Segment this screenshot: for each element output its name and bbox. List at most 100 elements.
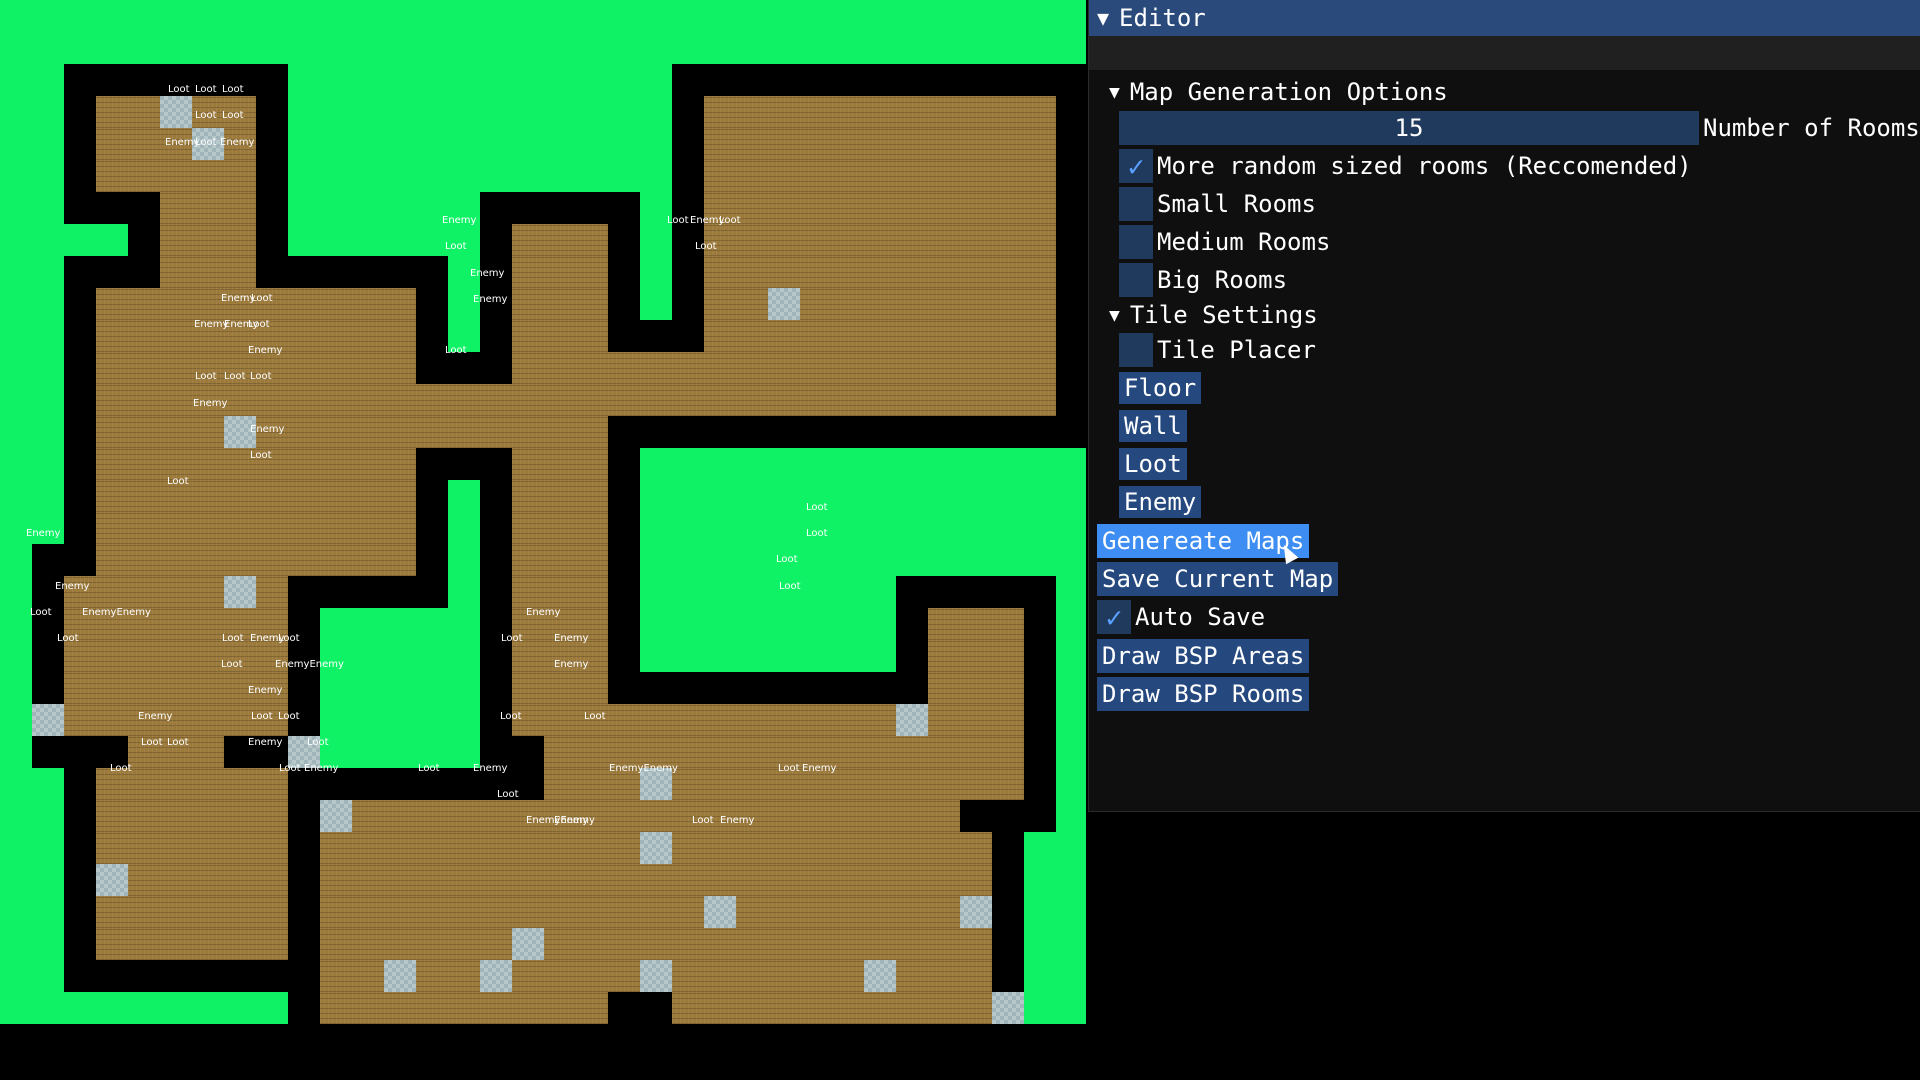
floor-tile[interactable] <box>512 288 544 320</box>
floor-tile[interactable] <box>96 384 128 416</box>
floor-tile[interactable] <box>704 128 736 160</box>
floor-tile[interactable] <box>576 768 608 800</box>
floor-tile[interactable] <box>832 224 864 256</box>
floor-tile[interactable] <box>736 320 768 352</box>
floor-tile[interactable] <box>256 544 288 576</box>
floor-tile[interactable] <box>864 352 896 384</box>
floor-tile[interactable] <box>448 800 480 832</box>
floor-tile[interactable] <box>288 448 320 480</box>
floor-tile[interactable] <box>672 832 704 864</box>
floor-tile[interactable] <box>128 512 160 544</box>
wall-tile[interactable] <box>480 352 512 384</box>
wall-tile[interactable] <box>288 800 320 832</box>
wall-tile[interactable] <box>608 192 640 224</box>
editor-title-bar[interactable]: ▼ Editor <box>1089 0 1920 36</box>
enemy-tile-button[interactable]: Enemy <box>1119 486 1202 518</box>
floor-tile[interactable] <box>864 864 896 896</box>
floor-tile[interactable] <box>512 480 544 512</box>
big-rooms-option[interactable]: Big Rooms <box>1119 263 1287 297</box>
wall-tile[interactable] <box>416 320 448 352</box>
floor-tile[interactable] <box>192 672 224 704</box>
floor-tile[interactable] <box>992 640 1024 672</box>
floor-tile[interactable] <box>576 544 608 576</box>
wall-tile[interactable] <box>480 480 512 512</box>
floor-tile[interactable] <box>544 448 576 480</box>
wall-tile[interactable] <box>672 416 704 448</box>
floor-tile[interactable] <box>192 864 224 896</box>
floor-tile[interactable] <box>736 288 768 320</box>
small-rooms-checkbox[interactable] <box>1119 187 1153 221</box>
floor-tile[interactable] <box>768 832 800 864</box>
wall-tile[interactable] <box>672 160 704 192</box>
wall-tile[interactable] <box>992 576 1024 608</box>
wall-tile[interactable] <box>288 256 320 288</box>
floor-tile[interactable] <box>576 672 608 704</box>
floor-tile[interactable] <box>608 352 640 384</box>
floor-tile[interactable] <box>960 832 992 864</box>
floor-tile[interactable] <box>864 192 896 224</box>
collapse-arrow-icon[interactable]: ▼ <box>1097 6 1109 30</box>
floor-tile[interactable] <box>736 736 768 768</box>
floor-tile[interactable] <box>928 672 960 704</box>
floor-tile[interactable] <box>320 864 352 896</box>
floor-tile[interactable] <box>576 448 608 480</box>
floor-tile[interactable] <box>864 256 896 288</box>
floor-tile[interactable] <box>576 480 608 512</box>
floor-tile[interactable] <box>96 928 128 960</box>
floor-tile[interactable] <box>736 128 768 160</box>
floor-tile[interactable] <box>160 928 192 960</box>
floor-tile[interactable] <box>736 960 768 992</box>
floor-tile[interactable] <box>640 928 672 960</box>
floor-tile[interactable] <box>128 896 160 928</box>
floor-tile[interactable] <box>608 832 640 864</box>
wall-tile[interactable] <box>992 928 1024 960</box>
floor-tile[interactable] <box>160 832 192 864</box>
floor-tile[interactable] <box>928 192 960 224</box>
wall-tile[interactable] <box>128 960 160 992</box>
floor-tile[interactable] <box>352 416 384 448</box>
floor-tile[interactable] <box>800 352 832 384</box>
wall-tile[interactable] <box>672 672 704 704</box>
floor-tile[interactable] <box>960 960 992 992</box>
floor-tile[interactable] <box>960 928 992 960</box>
auto-save-option[interactable]: ✓ Auto Save <box>1097 600 1265 634</box>
floor-tile[interactable] <box>192 512 224 544</box>
wall-tile[interactable] <box>672 96 704 128</box>
wall-tile[interactable] <box>864 672 896 704</box>
crate-tile[interactable] <box>160 96 192 128</box>
floor-tile[interactable] <box>96 160 128 192</box>
floor-tile[interactable] <box>960 224 992 256</box>
floor-tile[interactable] <box>544 352 576 384</box>
wall-tile[interactable] <box>64 416 96 448</box>
wall-tile[interactable] <box>288 832 320 864</box>
floor-tile[interactable] <box>1024 320 1056 352</box>
wall-tile[interactable] <box>448 448 480 480</box>
floor-tile[interactable] <box>480 928 512 960</box>
floor-tile[interactable] <box>608 960 640 992</box>
floor-tile[interactable] <box>320 832 352 864</box>
floor-tile[interactable] <box>96 448 128 480</box>
floor-tile[interactable] <box>960 160 992 192</box>
floor-tile[interactable] <box>928 736 960 768</box>
floor-tile[interactable] <box>960 288 992 320</box>
floor-tile[interactable] <box>512 320 544 352</box>
floor-tile[interactable] <box>960 672 992 704</box>
wall-tile[interactable] <box>768 64 800 96</box>
wall-tile[interactable] <box>384 256 416 288</box>
floor-tile[interactable] <box>192 608 224 640</box>
wall-tile[interactable] <box>832 672 864 704</box>
floor-tile[interactable] <box>576 864 608 896</box>
floor-tile[interactable] <box>832 160 864 192</box>
floor-tile[interactable] <box>896 896 928 928</box>
floor-tile[interactable] <box>864 320 896 352</box>
floor-tile[interactable] <box>448 960 480 992</box>
wall-tile[interactable] <box>512 736 544 768</box>
floor-tile[interactable] <box>128 672 160 704</box>
floor-tile[interactable] <box>320 448 352 480</box>
floor-tile[interactable] <box>928 320 960 352</box>
floor-tile[interactable] <box>800 96 832 128</box>
wall-tile[interactable] <box>608 288 640 320</box>
floor-tile[interactable] <box>704 384 736 416</box>
floor-tile[interactable] <box>704 832 736 864</box>
floor-tile[interactable] <box>896 768 928 800</box>
